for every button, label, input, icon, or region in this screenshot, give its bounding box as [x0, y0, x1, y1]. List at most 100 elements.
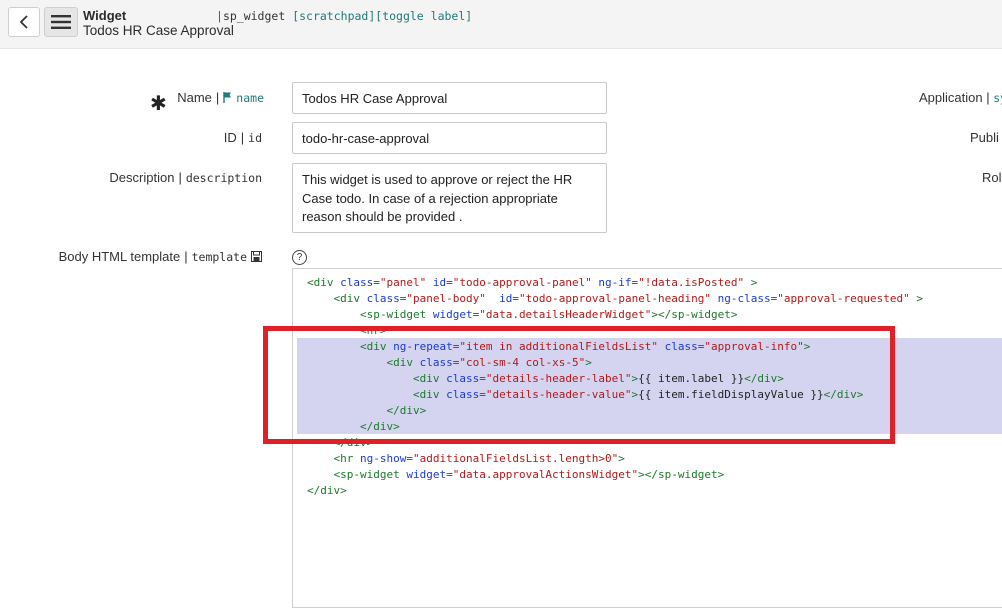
code-token: class=	[366, 292, 407, 305]
code-line: <hr>	[307, 323, 923, 339]
code-token: "details-header-value"	[485, 388, 632, 401]
code-content[interactable]: <div class="panel" id="todo-approval-pan…	[307, 275, 923, 499]
code-token: ></sp-widget>	[651, 308, 738, 321]
code-token: "approval-info"	[704, 340, 804, 353]
flag-icon	[223, 92, 232, 103]
application-field-name: sy	[993, 91, 1002, 105]
code-token: {{ item.label }}	[638, 372, 745, 385]
code-line: <div class="details-header-label">{{ ite…	[307, 371, 923, 387]
template-label-sep: |	[184, 249, 188, 264]
meta-separator: |	[216, 9, 223, 23]
application-label-text: Application	[919, 90, 983, 105]
id-field-name: id	[248, 130, 262, 145]
chevron-left-icon	[19, 15, 28, 29]
code-token: class=	[419, 356, 460, 369]
code-line: </div>	[307, 403, 923, 419]
code-token: class=	[446, 388, 486, 401]
help-icon[interactable]: ?	[292, 250, 307, 265]
description-textarea[interactable]: This widget is used to approve or reject…	[292, 163, 607, 233]
name-label-sep: |	[215, 90, 220, 105]
code-token: <sp-widget	[359, 308, 433, 321]
code-line: </div>	[307, 483, 923, 499]
code-token: "data.approvalActionsWidget"	[452, 468, 639, 481]
code-line: </div>	[307, 419, 923, 435]
template-label: Body HTML template | template	[59, 249, 262, 264]
code-token: <div	[412, 372, 447, 385]
public-label: Publi	[970, 130, 999, 145]
code-line: <div class="panel" id="todo-approval-pan…	[307, 275, 923, 291]
code-token: {{ item.fieldDisplayValue }}	[638, 388, 824, 401]
code-token: "panel-body"	[406, 292, 486, 305]
code-token: "additionalFieldsList.length>0"	[412, 452, 619, 465]
code-token: </div>	[307, 484, 347, 497]
name-label: Name | name	[177, 90, 264, 105]
code-token: </div>	[744, 372, 784, 385]
code-token: <hr>	[359, 324, 387, 337]
code-token: id=	[485, 292, 519, 305]
code-token: <div	[412, 388, 447, 401]
record-title: Widget Todos HR Case Approval	[83, 8, 234, 38]
code-token: "panel"	[379, 276, 427, 289]
id-label-sep: |	[240, 130, 245, 145]
code-line: <sp-widget widget="data.detailsHeaderWid…	[307, 307, 923, 323]
form-header: Widget Todos HR Case Approval |sp_widget…	[0, 0, 1002, 49]
template-label-text: Body HTML template	[58, 249, 181, 264]
code-token: ng-show=	[360, 452, 413, 465]
code-token: "details-header-label"	[485, 372, 632, 385]
code-line: <sp-widget widget="data.approvalActionsW…	[307, 467, 923, 483]
code-line: </div>	[307, 435, 923, 451]
code-token: <sp-widget	[333, 468, 407, 481]
code-token: >	[744, 276, 758, 289]
required-marker: ✱	[150, 93, 167, 115]
code-token: ng-if=	[591, 276, 639, 289]
code-token: >	[909, 292, 923, 305]
code-token: "todo-approval-panel-heading"	[518, 292, 712, 305]
code-token: "data.detailsHeaderWidget"	[479, 308, 652, 321]
code-token: id=	[426, 276, 453, 289]
save-icon[interactable]	[251, 251, 262, 262]
back-button[interactable]	[8, 7, 40, 37]
record-name: Todos HR Case Approval	[83, 23, 234, 38]
description-label: Description | description	[109, 170, 262, 185]
scratchpad-tags[interactable]: [scratchpad][toggle label]	[292, 9, 472, 23]
code-token: <div	[307, 276, 341, 289]
table-name: sp_widget	[222, 9, 286, 23]
code-token: </div>	[386, 404, 427, 417]
code-token: "col-sm-4 col-xs-5"	[459, 356, 586, 369]
code-token: </div>	[823, 388, 864, 401]
code-token: <div	[333, 292, 367, 305]
record-type: Widget	[83, 8, 127, 23]
name-input[interactable]: Todos HR Case Approval	[292, 82, 607, 114]
code-token: ></sp-widget>	[638, 468, 725, 481]
code-token: <div	[359, 340, 394, 353]
description-label-text: Description	[109, 170, 175, 185]
context-menu-button[interactable]	[44, 7, 78, 37]
code-token: >	[618, 452, 625, 465]
template-field-name: template	[191, 249, 247, 264]
code-token: ng-repeat=	[393, 340, 460, 353]
code-line: <div class="col-sm-4 col-xs-5">	[307, 355, 923, 371]
code-token: "approval-requested"	[777, 292, 910, 305]
application-label: Application | sy	[919, 90, 1002, 105]
code-token: <div	[386, 356, 420, 369]
code-token: >	[585, 356, 592, 369]
id-label: ID | id	[224, 130, 262, 145]
code-line: <div class="details-header-value">{{ ite…	[307, 387, 923, 403]
code-token: "item in additionalFieldsList"	[459, 340, 659, 353]
code-token: >	[803, 340, 811, 353]
application-label-sep: |	[986, 90, 990, 105]
code-token: </div>	[359, 420, 400, 433]
id-input[interactable]: todo-hr-case-approval	[292, 122, 607, 154]
code-token: "todo-approval-panel"	[452, 276, 592, 289]
code-token: </div>	[333, 436, 374, 449]
code-line: <hr ng-show="additionalFieldsList.length…	[307, 451, 923, 467]
name-field-name: name	[236, 90, 264, 105]
hamburger-icon	[51, 15, 71, 29]
code-token: class=	[340, 276, 380, 289]
code-token: widget=	[432, 308, 480, 321]
code-line: <div class="panel-body" id="todo-approva…	[307, 291, 923, 307]
code-token: widget=	[406, 468, 453, 481]
name-label-text: Name	[177, 90, 212, 105]
code-token: <hr	[333, 452, 360, 465]
id-label-text: ID	[223, 130, 237, 145]
